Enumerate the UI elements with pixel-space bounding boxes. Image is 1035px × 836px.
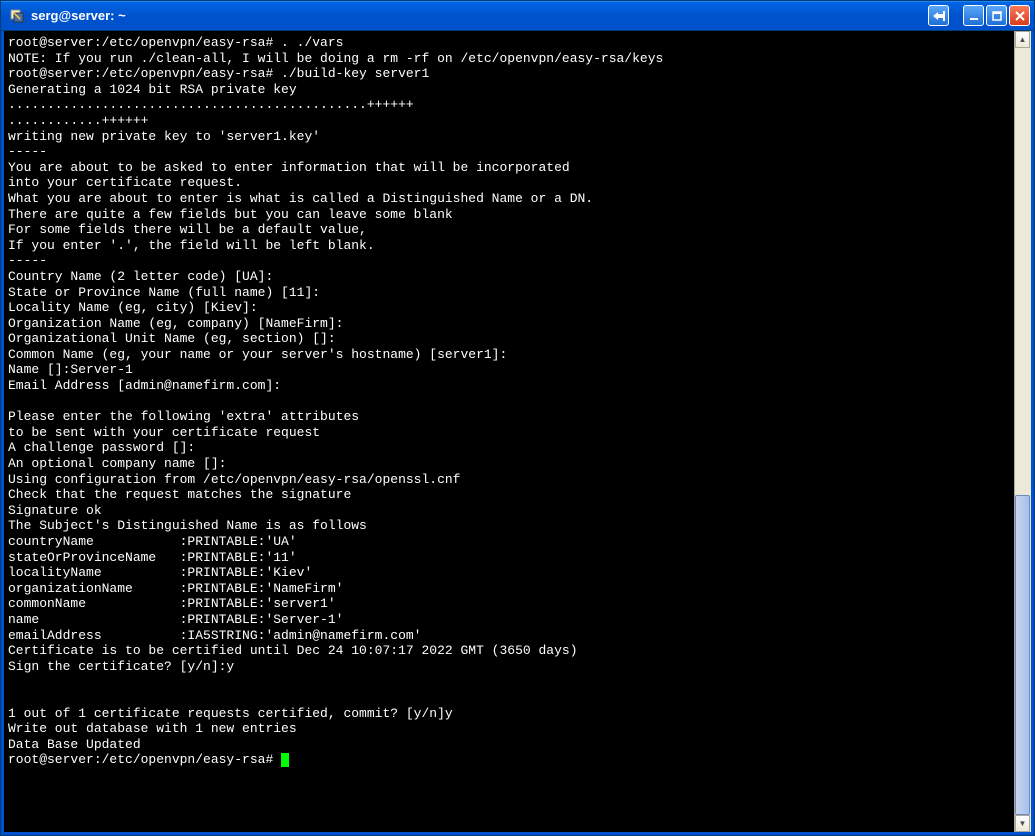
- terminal-container: root@server:/etc/openvpn/easy-rsa# . ./v…: [1, 31, 1034, 835]
- terminal-cursor: [281, 753, 289, 767]
- close-button[interactable]: [1009, 5, 1030, 26]
- scrollbar-down-button[interactable]: ▼: [1015, 815, 1030, 832]
- options-button[interactable]: [928, 5, 949, 26]
- minimize-button[interactable]: [963, 5, 984, 26]
- application-window: serg@server: ~ root@server:/etc/openvpn/…: [0, 0, 1035, 836]
- terminal-output[interactable]: root@server:/etc/openvpn/easy-rsa# . ./v…: [4, 31, 1014, 832]
- vertical-scrollbar[interactable]: ▲ ▼: [1014, 31, 1031, 832]
- putty-icon: [9, 8, 25, 24]
- scrollbar-up-button[interactable]: ▲: [1015, 31, 1030, 48]
- maximize-button[interactable]: [986, 5, 1007, 26]
- window-controls: [928, 5, 1030, 26]
- titlebar[interactable]: serg@server: ~: [1, 1, 1034, 31]
- scrollbar-thumb[interactable]: [1015, 495, 1030, 815]
- window-title: serg@server: ~: [31, 8, 928, 23]
